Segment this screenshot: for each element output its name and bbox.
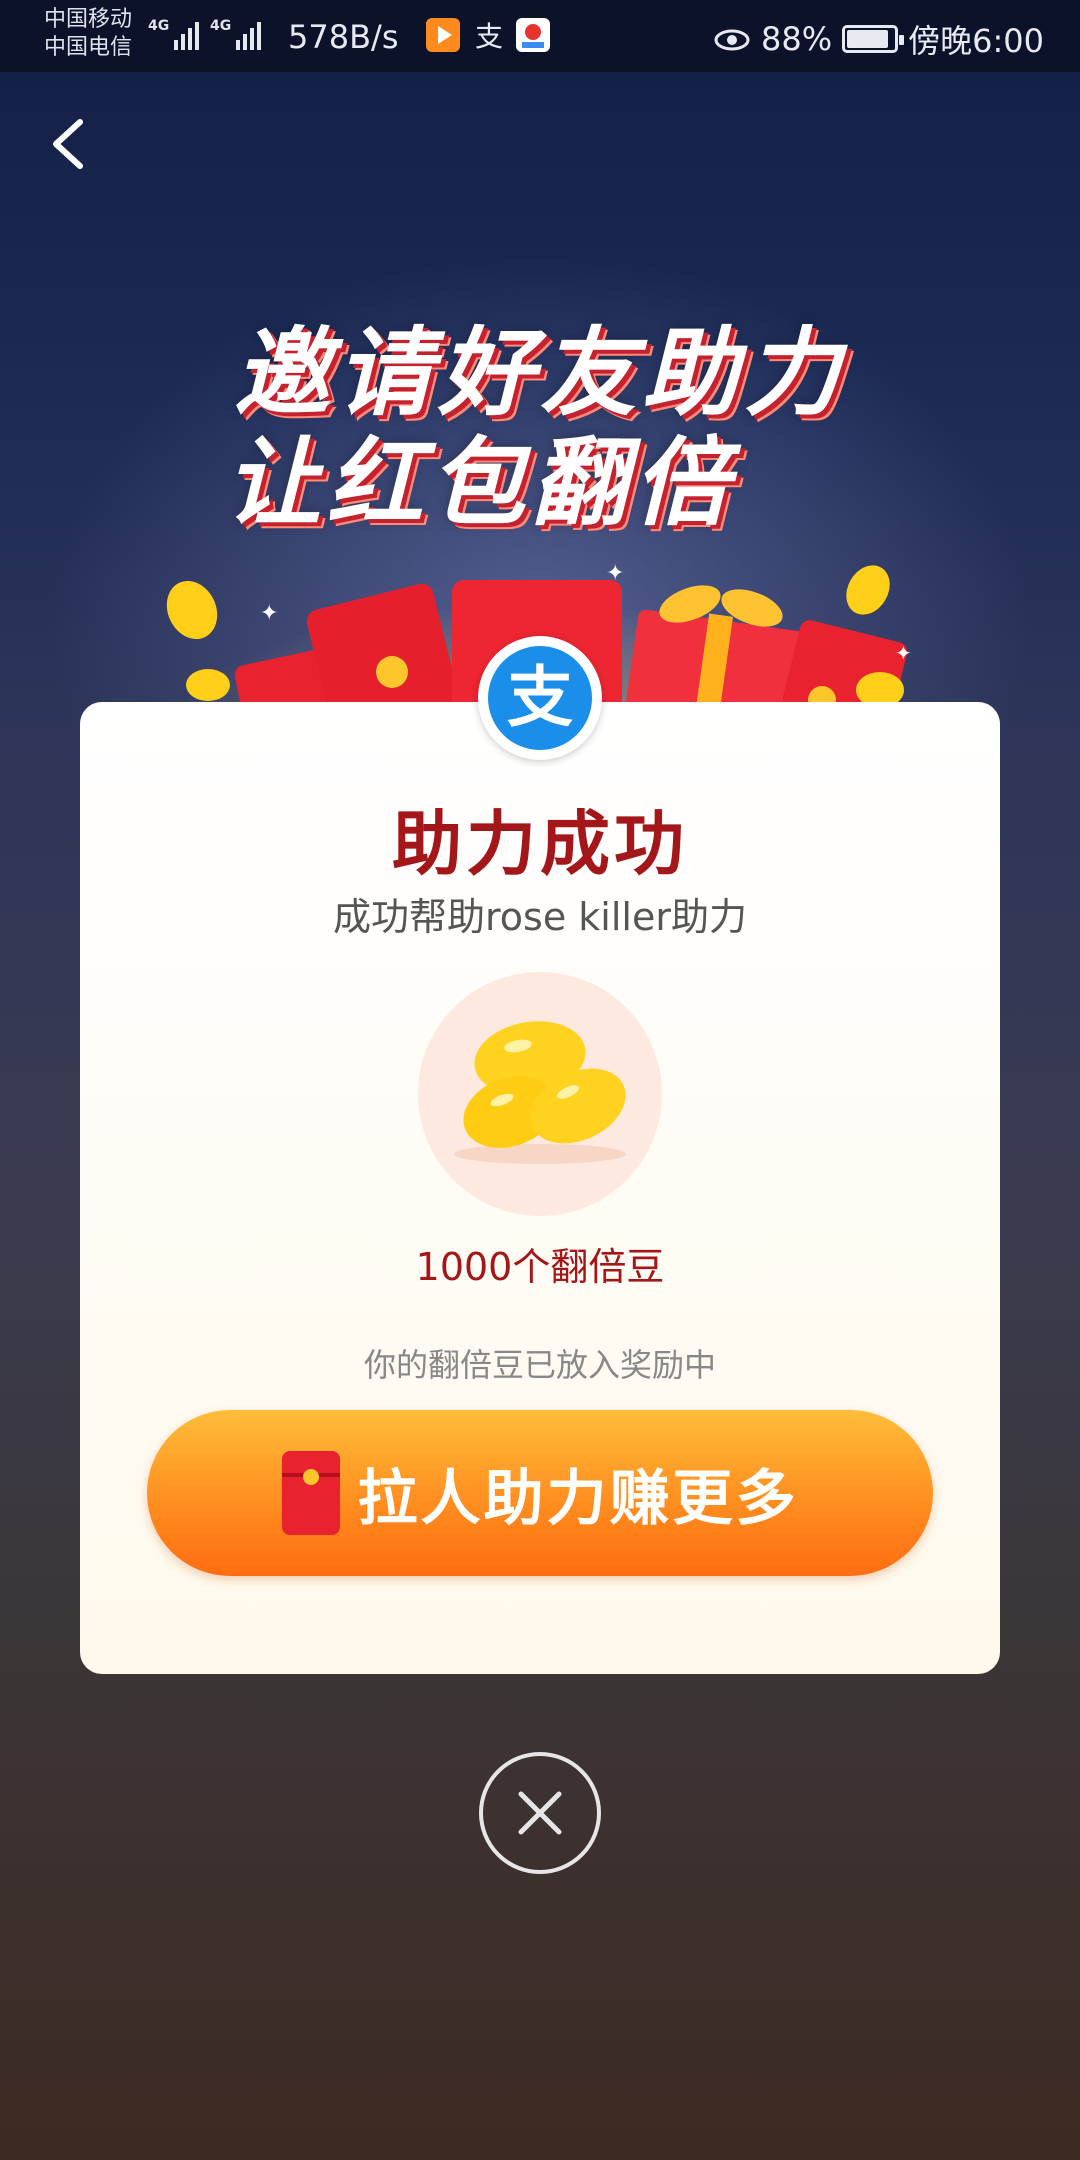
promo-headline: 邀请好友助力 让红包翻倍 [0,318,1080,538]
close-button[interactable] [479,1752,601,1874]
red-packet-icon [306,583,460,720]
red-packet-icon [281,1451,340,1535]
bean-icon [186,669,230,701]
svg-text:✦: ✦ [260,601,278,626]
clock-time: 傍晚6:00 [908,22,1044,60]
video-app-icon [426,18,460,52]
signal-icon-2: 4G [210,18,262,50]
battery-icon [842,25,905,53]
headline-line-1: 邀请好友助力 [234,317,846,429]
carrier-names: 中国移动 中国电信 [44,6,132,62]
svg-text:✦: ✦ [606,561,624,586]
svg-text:支: 支 [475,20,503,52]
success-title: 助力成功 [392,803,688,885]
battery-percent: 88% [761,20,833,58]
status-bar: 中国移动 中国电信 4G 4G 578B/s 支 88% 傍晚6:00 [0,0,1080,72]
svg-text:✦: ✦ [895,641,912,665]
baidu-map-icon [516,18,550,52]
eye-comfort-icon [714,29,750,51]
success-subtitle: 成功帮助rose killer助力 [333,895,747,939]
carrier-1: 中国移动 [44,7,133,32]
carrier-2: 中国电信 [44,35,133,60]
alipay-logo-icon: 支 [478,636,602,760]
signal-icon-1: 4G [148,18,200,50]
close-icon [518,1791,562,1835]
bean-icon [846,565,890,615]
reward-note: 你的翻倍豆已放入奖励中 [363,1346,716,1384]
right-status-group: 88% 傍晚6:00 [713,16,1044,62]
reward-amount: 1000个翻倍豆 [415,1245,665,1289]
invite-more-label: 拉人助力赚更多 [357,1463,799,1534]
invite-more-button[interactable]: 拉人助力赚更多 [147,1410,933,1576]
chevron-left-icon [53,119,83,169]
network-speed: 578B/s [288,18,399,56]
bean-icon [166,580,218,640]
alipay-notification-icon: 支 [472,18,506,53]
alipay-logo-glyph: 支 [488,646,592,750]
back-button[interactable] [40,108,100,178]
network-tag-2: 4G [210,18,232,34]
headline-line-2: 让红包翻倍 [225,427,735,539]
network-tag-1: 4G [148,18,170,34]
beans-icon [418,972,662,1216]
